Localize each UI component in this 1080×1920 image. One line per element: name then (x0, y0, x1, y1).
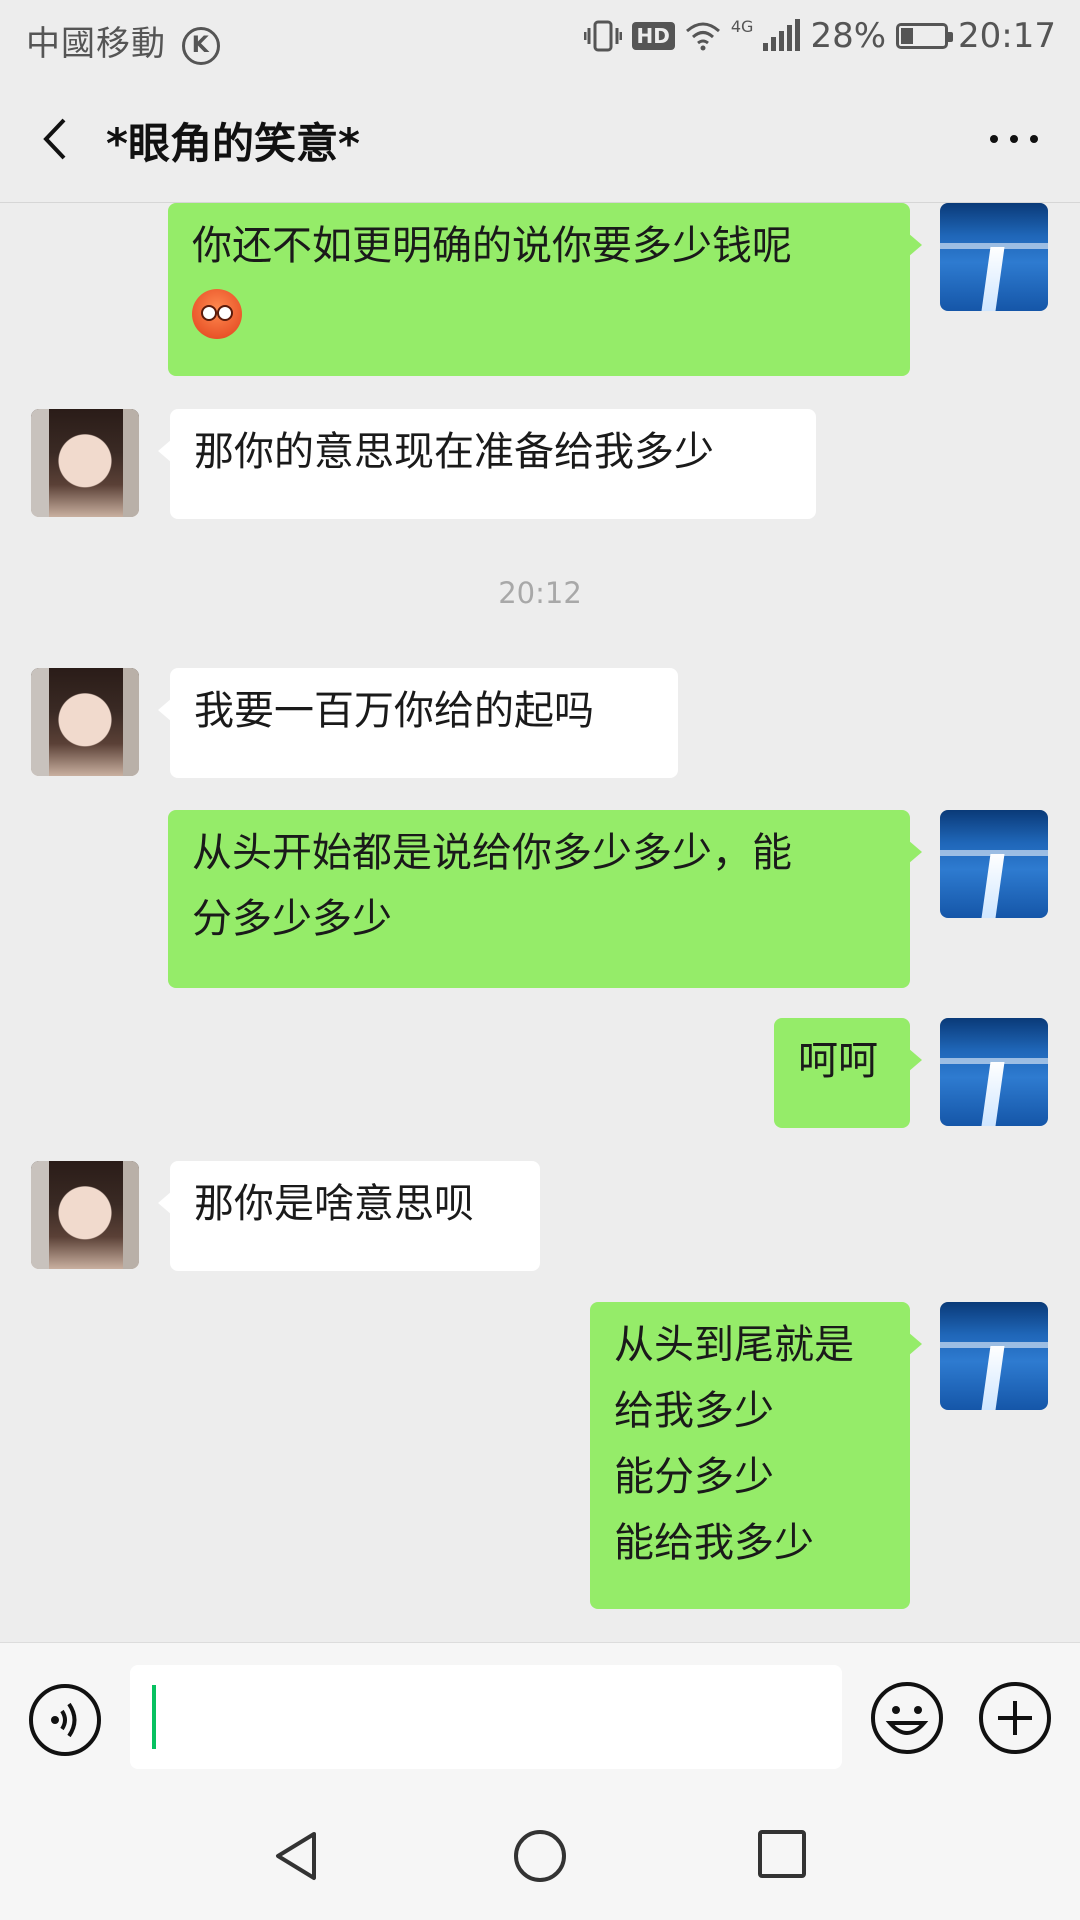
message-text-line: 从头开始都是说给你多少多少，能 (192, 830, 792, 876)
carrier-name: 中國移動 K (26, 16, 220, 65)
message-bubble-outgoing[interactable]: 呵呵 (774, 1018, 922, 1128)
message-text: 我要一百万你给的起吗 (194, 688, 594, 734)
more-dots-icon[interactable] (984, 124, 1044, 154)
message-bubble-incoming[interactable]: 那你是啥意思呗 (158, 1161, 540, 1271)
avatar-self[interactable] (940, 810, 1048, 918)
hot-face-emoji-icon (192, 289, 242, 339)
message-bubble-outgoing[interactable]: 从头开始都是说给你多少多少，能 分多少多少 (168, 810, 922, 988)
carrier-label: 中國移動 (26, 24, 166, 64)
wifi-icon (685, 22, 720, 51)
message-text: 那你是啥意思呗 (194, 1181, 474, 1227)
message-list[interactable]: 你还不如更明确的说你要多少钱呢 那你的意思现在准备给我多少 20:12 我要一百… (0, 203, 1080, 1643)
battery-level-fill (901, 28, 914, 44)
message-text-line: 能分多少 (614, 1454, 774, 1500)
avatar-self[interactable] (940, 203, 1048, 311)
signal-icon (763, 19, 801, 51)
vibrate-icon (583, 20, 622, 52)
status-time: 20:17 (958, 16, 1056, 56)
nav-home-icon[interactable] (512, 1828, 568, 1884)
plus-icon[interactable] (978, 1681, 1052, 1755)
chat-title: *眼角的笑意* (106, 119, 360, 168)
message-bubble-incoming[interactable]: 那你的意思现在准备给我多少 (158, 409, 816, 519)
nav-recents-icon[interactable] (756, 1828, 808, 1880)
message-text: 呵呵 (798, 1038, 878, 1084)
network-type: 4G (730, 16, 754, 36)
input-bar (0, 1642, 1080, 1789)
avatar-contact[interactable] (31, 1161, 139, 1269)
chat-header: *眼角的笑意* (0, 74, 1080, 203)
system-nav-bar (0, 1788, 1080, 1920)
text-caret (152, 1685, 156, 1749)
message-bubble-outgoing[interactable]: 你还不如更明确的说你要多少钱呢 (168, 203, 922, 376)
message-bubble-outgoing[interactable]: 从头到尾就是 给我多少 能分多少 能给我多少 (590, 1302, 922, 1609)
message-bubble-incoming[interactable]: 我要一百万你给的起吗 (158, 668, 678, 778)
status-bar: 中國移動 K HD 4G 28% 20:17 (0, 0, 1080, 74)
battery-icon (896, 23, 954, 49)
message-text-line: 分多少多少 (192, 896, 392, 942)
avatar-contact[interactable] (31, 409, 139, 517)
emoji-icon[interactable] (870, 1681, 944, 1755)
message-timestamp: 20:12 (498, 576, 582, 610)
message-text: 你还不如更明确的说你要多少钱呢 (192, 223, 792, 269)
status-icons: HD 4G 28% 20:17 (583, 16, 1056, 56)
carrier-badge-icon: K (181, 26, 220, 65)
message-text-line: 能给我多少 (614, 1520, 814, 1566)
avatar-self[interactable] (940, 1018, 1048, 1126)
message-text: 那你的意思现在准备给我多少 (194, 429, 714, 475)
hd-badge: HD (631, 22, 675, 50)
message-text-line: 给我多少 (614, 1388, 774, 1434)
message-input[interactable] (130, 1665, 842, 1769)
nav-back-icon[interactable] (270, 1828, 326, 1884)
battery-percent: 28% (810, 16, 887, 56)
chevron-left-icon[interactable] (28, 104, 88, 174)
message-text-line: 从头到尾就是 (614, 1322, 854, 1368)
voice-icon[interactable] (28, 1683, 102, 1757)
avatar-self[interactable] (940, 1302, 1048, 1410)
avatar-contact[interactable] (31, 668, 139, 776)
